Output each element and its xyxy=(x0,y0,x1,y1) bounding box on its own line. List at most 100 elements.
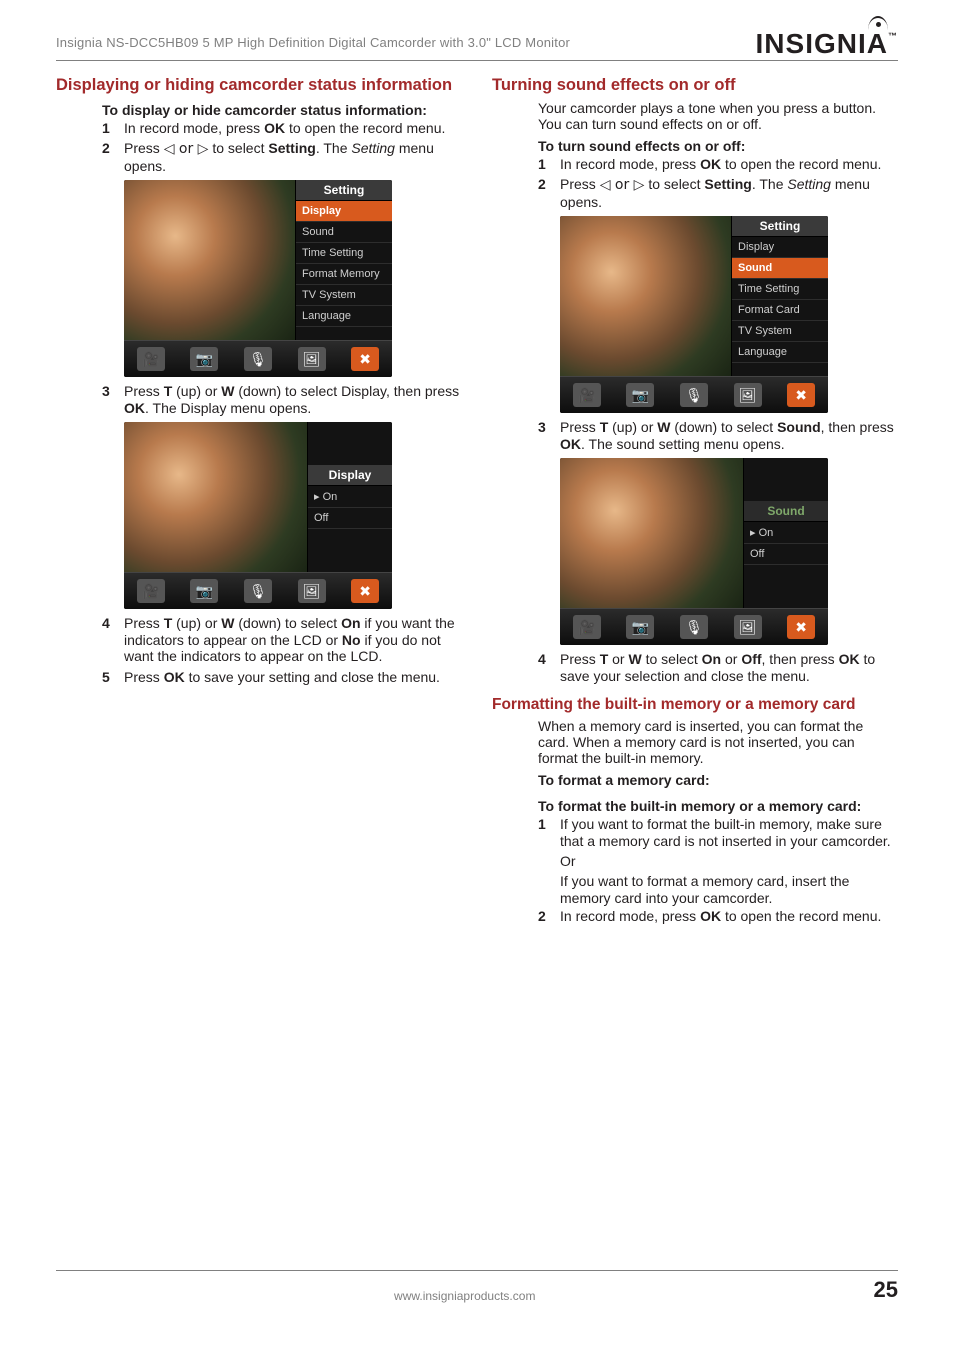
menu-item: Display xyxy=(732,237,828,258)
step-number: 4 xyxy=(538,651,560,684)
screenshot-iconbar: 🎥 📷 🎙 🖼 ✖ xyxy=(560,376,828,413)
step-text: In record mode, press OK to open the rec… xyxy=(560,156,898,173)
menu-item: Time Setting xyxy=(296,243,392,264)
screenshot-photo xyxy=(560,458,743,608)
effect-icon: 🖼 xyxy=(734,383,762,407)
right-sub-format-card: To format a memory card: xyxy=(538,772,898,788)
menu-item: Time Setting xyxy=(732,279,828,300)
menu-item: ▸ On xyxy=(744,522,828,544)
screenshot-setting-sound: Setting Display Sound Time Setting Forma… xyxy=(560,216,828,413)
right-step-4: 4 Press T or W to select On or Off, then… xyxy=(538,651,898,684)
screenshot-iconbar: 🎥 📷 🎙 🖼 ✖ xyxy=(124,572,392,609)
step-number: 3 xyxy=(102,383,124,416)
brand-tm: ™ xyxy=(888,31,898,41)
screenshot-menu: Setting Display Sound Time Setting Forma… xyxy=(295,180,392,340)
right-format-step-1b: If you want to format a memory card, ins… xyxy=(560,873,898,905)
right-step-3: 3 Press T (up) or W (down) to select Sou… xyxy=(538,419,898,452)
page-header: Insignia NS-DCC5HB09 5 MP High Definitio… xyxy=(56,30,898,61)
step-text: Press T (up) or W (down) to select On if… xyxy=(124,615,462,665)
step-text: In record mode, press OK to open the rec… xyxy=(124,120,462,137)
step-number: 1 xyxy=(538,816,560,849)
step-number: 2 xyxy=(538,908,560,925)
menu-item: Sound xyxy=(296,222,392,243)
left-step-4: 4 Press T (up) or W (down) to select On … xyxy=(102,615,462,665)
menu-title: Setting xyxy=(732,216,828,237)
footer-page-number: 25 xyxy=(874,1277,898,1303)
right-column: Turning sound effects on or off Your cam… xyxy=(492,75,898,928)
tools-icon: ✖ xyxy=(351,579,379,603)
screenshot-setting-display: Setting Display Sound Time Setting Forma… xyxy=(124,180,392,377)
step-text: If you want to format the built-in memor… xyxy=(560,816,898,849)
effect-icon: 🖼 xyxy=(298,347,326,371)
step-number: 1 xyxy=(538,156,560,173)
step-text: Press ◁ or ▷ to select Setting. The Sett… xyxy=(560,176,898,210)
menu-item: Display xyxy=(296,201,392,222)
brand-logo: INSIGNIA™ xyxy=(756,30,898,58)
step-text: Press ◁ or ▷ to select Setting. The Sett… xyxy=(124,140,462,174)
step-number: 4 xyxy=(102,615,124,665)
menu-title: Display xyxy=(308,465,392,486)
page-footer: www.insigniaproducts.com 25 xyxy=(56,1270,898,1303)
right-heading-sound: Turning sound effects on or off xyxy=(492,75,898,96)
menu-item: Off xyxy=(308,508,392,529)
right-intro-format: When a memory card is inserted, you can … xyxy=(538,718,898,766)
effect-icon: 🖼 xyxy=(298,579,326,603)
film-icon: 🎥 xyxy=(137,579,165,603)
step-number: 5 xyxy=(102,669,124,686)
screenshot-iconbar: 🎥 📷 🎙 🖼 ✖ xyxy=(560,608,828,645)
film-icon: 🎥 xyxy=(573,615,601,639)
camera-icon: 📷 xyxy=(626,615,654,639)
arrow-icons: ◁ or ▷ xyxy=(164,141,209,157)
right-format-step-2: 2 In record mode, press OK to open the r… xyxy=(538,908,898,925)
menu-item: TV System xyxy=(732,321,828,342)
right-sub-format-both: To format the built-in memory or a memor… xyxy=(538,798,898,814)
tools-icon: ✖ xyxy=(787,615,815,639)
film-icon: 🎥 xyxy=(137,347,165,371)
tools-icon: ✖ xyxy=(787,383,815,407)
menu-item: Format Memory xyxy=(296,264,392,285)
menu-item: TV System xyxy=(296,285,392,306)
step-text: In record mode, press OK to open the rec… xyxy=(560,908,898,925)
menu-item: Off xyxy=(744,544,828,565)
effect-icon: 🖼 xyxy=(734,615,762,639)
menu-title: Sound xyxy=(744,501,828,522)
camera-icon: 📷 xyxy=(190,579,218,603)
menu-item: ▸ On xyxy=(308,486,392,508)
voice-icon: 🎙 xyxy=(680,615,708,639)
menu-item: Language xyxy=(296,306,392,327)
camera-icon: 📷 xyxy=(626,383,654,407)
menu-item: Sound xyxy=(732,258,828,279)
right-step-2: 2 Press ◁ or ▷ to select Setting. The Se… xyxy=(538,176,898,210)
arrow-icons: ◁ or ▷ xyxy=(600,177,645,193)
voice-icon: 🎙 xyxy=(244,347,272,371)
step-text: Press OK to save your setting and close … xyxy=(124,669,462,686)
right-step-1: 1 In record mode, press OK to open the r… xyxy=(538,156,898,173)
screenshot-photo xyxy=(560,216,731,376)
right-format-or: Or xyxy=(560,853,898,869)
screenshot-sound-on-off: Sound ▸ On Off 🎥 📷 🎙 🖼 ✖ xyxy=(560,458,828,645)
step-number: 1 xyxy=(102,120,124,137)
voice-icon: 🎙 xyxy=(680,383,708,407)
left-heading: Displaying or hiding camcorder status in… xyxy=(56,75,462,96)
right-sub-sound: To turn sound effects on or off: xyxy=(538,138,898,154)
left-subheading: To display or hide camcorder status info… xyxy=(102,102,462,118)
left-step-3: 3 Press T (up) or W (down) to select Dis… xyxy=(102,383,462,416)
right-format-step-1: 1 If you want to format the built-in mem… xyxy=(538,816,898,849)
screenshot-menu: Sound ▸ On Off xyxy=(743,458,828,608)
step-number: 3 xyxy=(538,419,560,452)
camera-icon: 📷 xyxy=(190,347,218,371)
left-step-2: 2 Press ◁ or ▷ to select Setting. The Se… xyxy=(102,140,462,174)
film-icon: 🎥 xyxy=(573,383,601,407)
step-number: 2 xyxy=(102,140,124,174)
screenshot-display-on-off: Display ▸ On Off 🎥 📷 🎙 🖼 ✖ xyxy=(124,422,392,609)
screenshot-menu: Display ▸ On Off xyxy=(307,422,392,572)
brand-text: INSIGNIA xyxy=(756,28,888,59)
screenshot-iconbar: 🎥 📷 🎙 🖼 ✖ xyxy=(124,340,392,377)
footer-url: www.insigniaproducts.com xyxy=(56,1289,874,1303)
voice-icon: 🎙 xyxy=(244,579,272,603)
step-number: 2 xyxy=(538,176,560,210)
right-intro-sound: Your camcorder plays a tone when you pre… xyxy=(538,100,898,132)
menu-title: Setting xyxy=(296,180,392,201)
step-text: Press T or W to select On or Off, then p… xyxy=(560,651,898,684)
tools-icon: ✖ xyxy=(351,347,379,371)
